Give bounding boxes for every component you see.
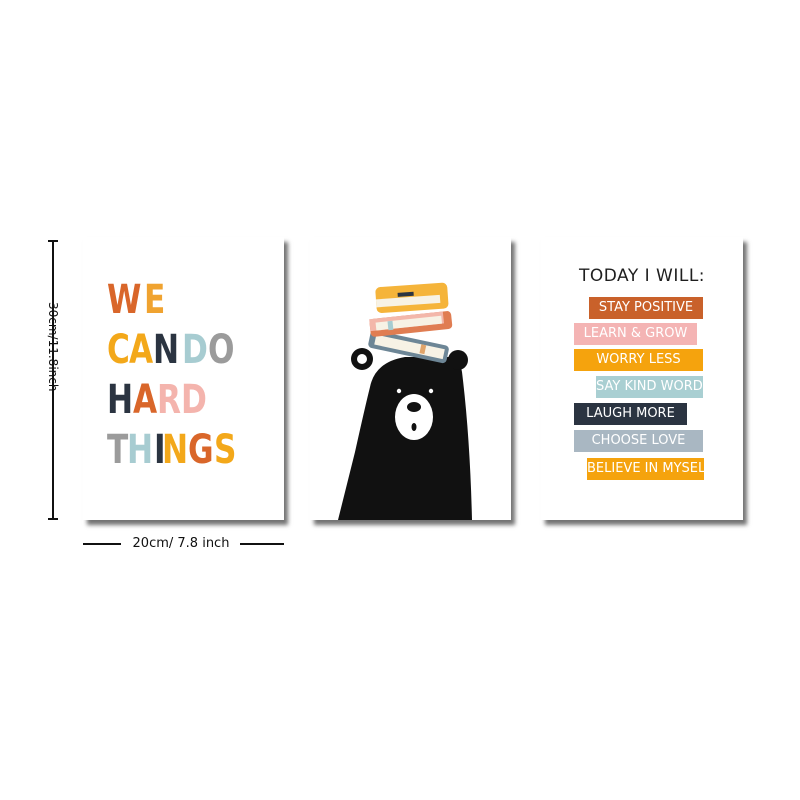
quote-letter: W [107, 277, 141, 323]
affirmation-item: BELIEVE IN MYSELF [587, 458, 713, 480]
quote-letter: H [127, 427, 153, 473]
width-dimension-line-left [83, 543, 121, 545]
width-dimension-label: 20cm/ 7.8 inch [132, 536, 230, 551]
quote-letter: R [157, 377, 181, 423]
quote-line: THINGS [107, 425, 236, 475]
quote-letter: G [188, 427, 214, 473]
quote-line: HARD [107, 375, 236, 425]
poster-today-i-will: TODAY I WILL: STAY POSITIVE LEARN & GROW W… [541, 237, 743, 520]
quote-letter: H [107, 377, 133, 423]
quote-letter: D [181, 377, 207, 423]
today-title: TODAY I WILL: [578, 266, 706, 286]
poster-we-can-do-hard-things: WE CAN DO HARD THINGS [83, 237, 284, 520]
quote-letter: S [214, 427, 236, 473]
affirmation-item: STAY POSITIVE [589, 297, 703, 319]
affirmation-item: SAY KIND WORDS [596, 376, 711, 398]
quote-line: CAN DO [107, 325, 236, 375]
quote-text: WE CAN DO HARD THINGS [107, 275, 236, 475]
quote-letter: C [107, 327, 130, 373]
height-dimension-label: 30cm/11.8inch [46, 302, 60, 392]
bear-with-books-illustration [338, 282, 472, 520]
quote-letter: D [181, 327, 208, 373]
quote-letter: T [107, 427, 128, 473]
width-dimension-line-right [240, 543, 284, 545]
quote-letter: N [161, 427, 188, 473]
quote-line: WE [107, 275, 236, 325]
affirmation-item: LEARN & GROW [574, 323, 697, 345]
affirmation-item: LAUGH MORE [574, 403, 687, 425]
affirmation-item: WORRY LESS [574, 349, 703, 371]
height-dimension-bottom-tick [48, 518, 58, 520]
quote-letter: A [129, 327, 153, 373]
quote-letter: A [133, 377, 157, 423]
quote-letter: E [144, 277, 165, 323]
height-dimension-top-tick [48, 240, 58, 242]
quote-letter: O [208, 327, 235, 373]
affirmation-item: CHOOSE LOVE [574, 430, 703, 452]
poster-bear-with-books [310, 237, 511, 520]
quote-letter: N [153, 327, 179, 373]
